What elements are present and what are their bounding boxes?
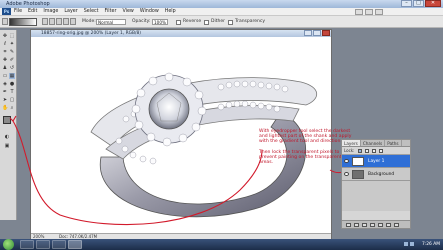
lock-position-icon[interactable]: [372, 149, 376, 153]
layer-mask-icon[interactable]: [362, 223, 367, 227]
lock-label: Lock:: [344, 148, 355, 153]
new-group-icon[interactable]: [378, 223, 383, 227]
tray-icon[interactable]: [404, 242, 408, 246]
eye-icon[interactable]: [344, 172, 349, 176]
tab-channels[interactable]: Channels: [361, 140, 386, 146]
start-button[interactable]: [3, 239, 14, 250]
link-layers-icon[interactable]: [346, 223, 351, 227]
taskbar-app-icon[interactable]: [52, 240, 66, 249]
layers-lock-row: Lock:: [342, 147, 410, 155]
clock[interactable]: 7:26 AM: [422, 239, 440, 250]
layer-row[interactable]: Layer 1: [342, 155, 410, 168]
layer-row[interactable]: Background: [342, 168, 410, 181]
lock-transparent-pixels-icon[interactable]: [358, 149, 362, 153]
taskbar-app-icon[interactable]: [20, 240, 34, 249]
tray-icon[interactable]: [410, 242, 414, 246]
lock-all-icon[interactable]: [379, 149, 383, 153]
taskbar: 7:26 AM: [0, 239, 443, 250]
layer-list: Layer 1 Background: [342, 155, 410, 211]
layers-panel-footer: [342, 220, 410, 228]
layer-style-icon[interactable]: [354, 223, 359, 227]
tab-layers[interactable]: Layers: [342, 140, 361, 146]
taskbar-app-icon[interactable]: [36, 240, 50, 249]
layer-name: Layer 1: [368, 159, 385, 164]
tab-paths[interactable]: Paths: [385, 140, 402, 146]
layers-panel-tabs: Layers Channels Paths: [342, 140, 410, 147]
layer-thumbnail: [352, 170, 364, 179]
layers-panel: Layers Channels Paths Lock: Layer 1 Back…: [341, 139, 411, 229]
taskbar-photoshop-icon[interactable]: [68, 240, 82, 249]
adjustment-layer-icon[interactable]: [370, 223, 375, 227]
eye-icon[interactable]: [344, 159, 349, 163]
layer-name: Background: [368, 172, 395, 177]
layer-thumbnail: [352, 157, 364, 166]
lock-image-pixels-icon[interactable]: [365, 149, 369, 153]
trash-icon[interactable]: [394, 223, 399, 227]
new-layer-icon[interactable]: [386, 223, 391, 227]
